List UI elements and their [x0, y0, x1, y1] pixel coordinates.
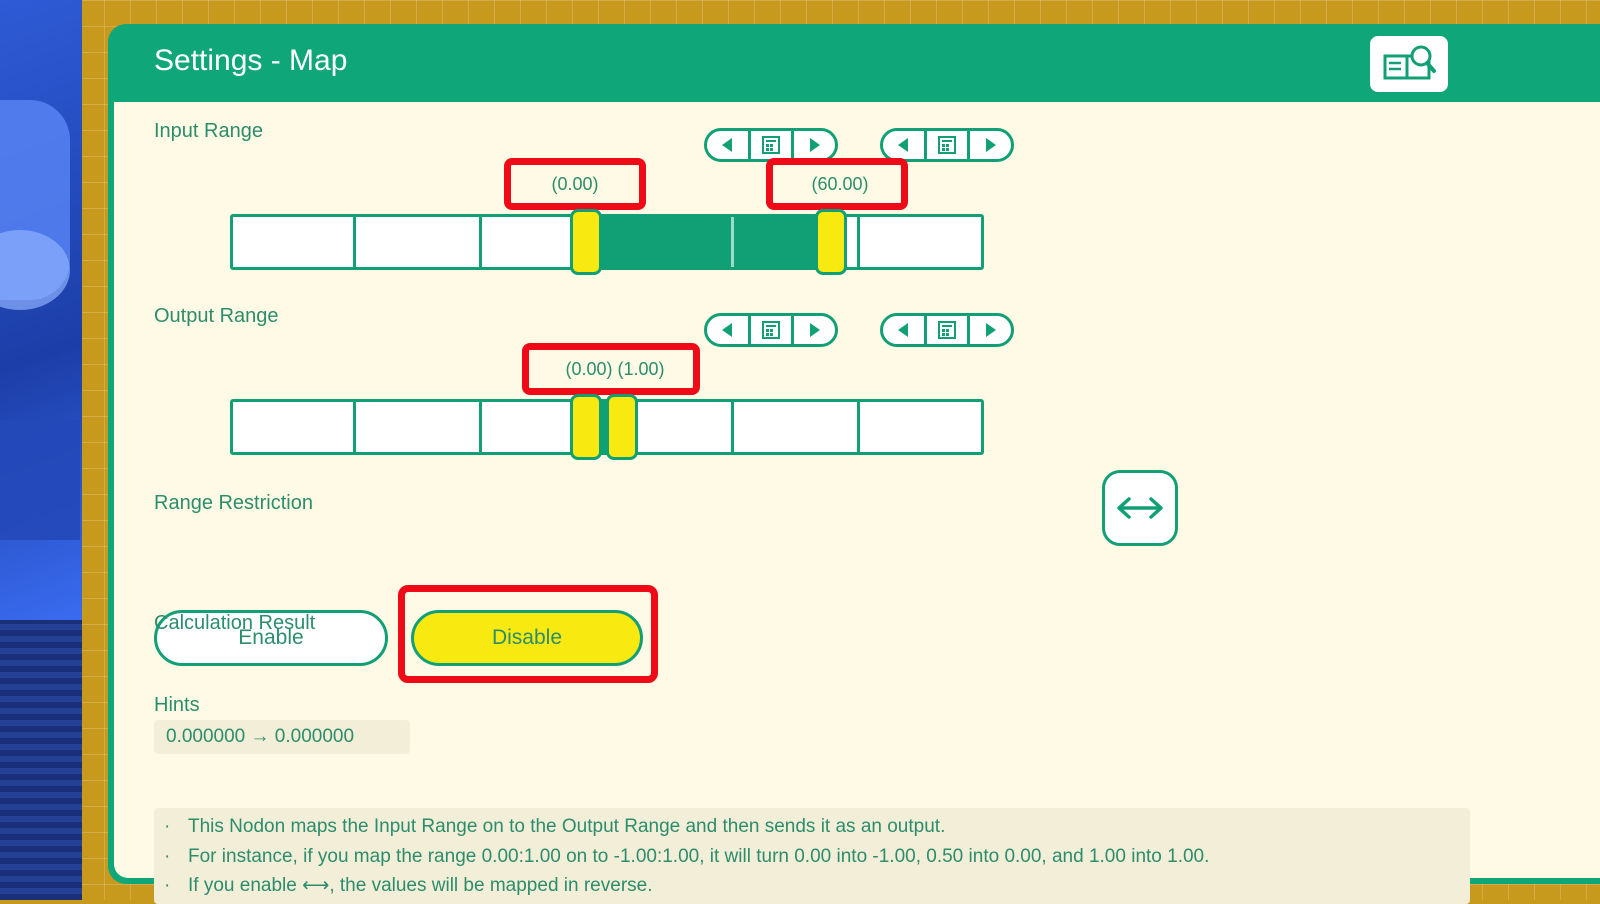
input-min-highlight	[504, 158, 646, 210]
hints-box: · This Nodon maps the Input Range on to t…	[154, 808, 1470, 904]
left-right-arrow-icon	[1117, 497, 1163, 519]
input-max-keypad-button[interactable]	[923, 131, 971, 159]
triangle-right-icon	[985, 138, 996, 152]
triangle-left-icon	[898, 138, 909, 152]
input-max-increase-button[interactable]	[970, 131, 1011, 159]
background-device-image	[0, 0, 82, 900]
manual-search-icon	[1383, 45, 1436, 80]
input-max-decrease-button[interactable]	[883, 131, 924, 159]
output-values-highlight	[522, 343, 700, 395]
output-max-increase-button[interactable]	[970, 316, 1011, 344]
reverse-mapping-button[interactable]	[1102, 470, 1178, 546]
triangle-right-icon	[809, 138, 820, 152]
triangle-left-icon	[722, 323, 733, 337]
output-max-handle[interactable]	[605, 394, 638, 460]
calculator-icon	[938, 321, 956, 339]
triangle-right-icon	[809, 323, 820, 337]
hint-item: · This Nodon maps the Input Range on to t…	[164, 816, 946, 837]
page-title: Settings - Map	[154, 44, 348, 77]
hint-item: · For instance, if you map the range 0.00…	[164, 845, 1210, 867]
input-max-highlight	[766, 158, 908, 210]
input-max-handle[interactable]	[815, 209, 848, 275]
triangle-left-icon	[898, 323, 909, 337]
output-range-slider[interactable]	[230, 394, 984, 460]
input-min-handle[interactable]	[569, 209, 602, 275]
output-min-keypad-button[interactable]	[747, 316, 795, 344]
output-range-label: Output Range	[154, 305, 279, 327]
hints-label: Hints	[154, 694, 200, 716]
disable-highlight	[398, 585, 658, 683]
settings-content: Input Range (0.00) (60.00) Output Range …	[114, 102, 1600, 904]
output-max-decrease-button[interactable]	[883, 316, 924, 344]
calculation-result-label: Calculation Result	[154, 612, 316, 634]
settings-panel: Settings - Map Input Range (0.00) (60.00…	[108, 24, 1600, 904]
input-range-label: Input Range	[154, 120, 263, 142]
calculator-icon	[762, 321, 780, 339]
input-max-stepper[interactable]	[880, 128, 1014, 162]
triangle-left-icon	[722, 138, 733, 152]
input-range-slider[interactable]	[230, 209, 984, 275]
calculator-icon	[762, 136, 780, 154]
hint-item: · If you enable ⟷, the values will be map…	[164, 875, 653, 896]
output-min-increase-button[interactable]	[794, 316, 835, 344]
input-range-fill	[585, 217, 848, 267]
output-min-stepper[interactable]	[704, 313, 838, 347]
range-restriction-label: Range Restriction	[154, 492, 313, 514]
input-min-increase-button[interactable]	[794, 131, 835, 159]
input-min-keypad-button[interactable]	[747, 131, 795, 159]
output-max-stepper[interactable]	[880, 313, 1014, 347]
input-min-decrease-button[interactable]	[707, 131, 748, 159]
output-max-keypad-button[interactable]	[923, 316, 971, 344]
help-button[interactable]	[1370, 36, 1448, 92]
output-min-decrease-button[interactable]	[707, 316, 748, 344]
calculation-result-value: 0.000000 → 0.000000	[154, 720, 410, 754]
output-min-handle[interactable]	[569, 394, 602, 460]
input-min-stepper[interactable]	[704, 128, 838, 162]
calculator-icon	[938, 136, 956, 154]
triangle-right-icon	[985, 323, 996, 337]
